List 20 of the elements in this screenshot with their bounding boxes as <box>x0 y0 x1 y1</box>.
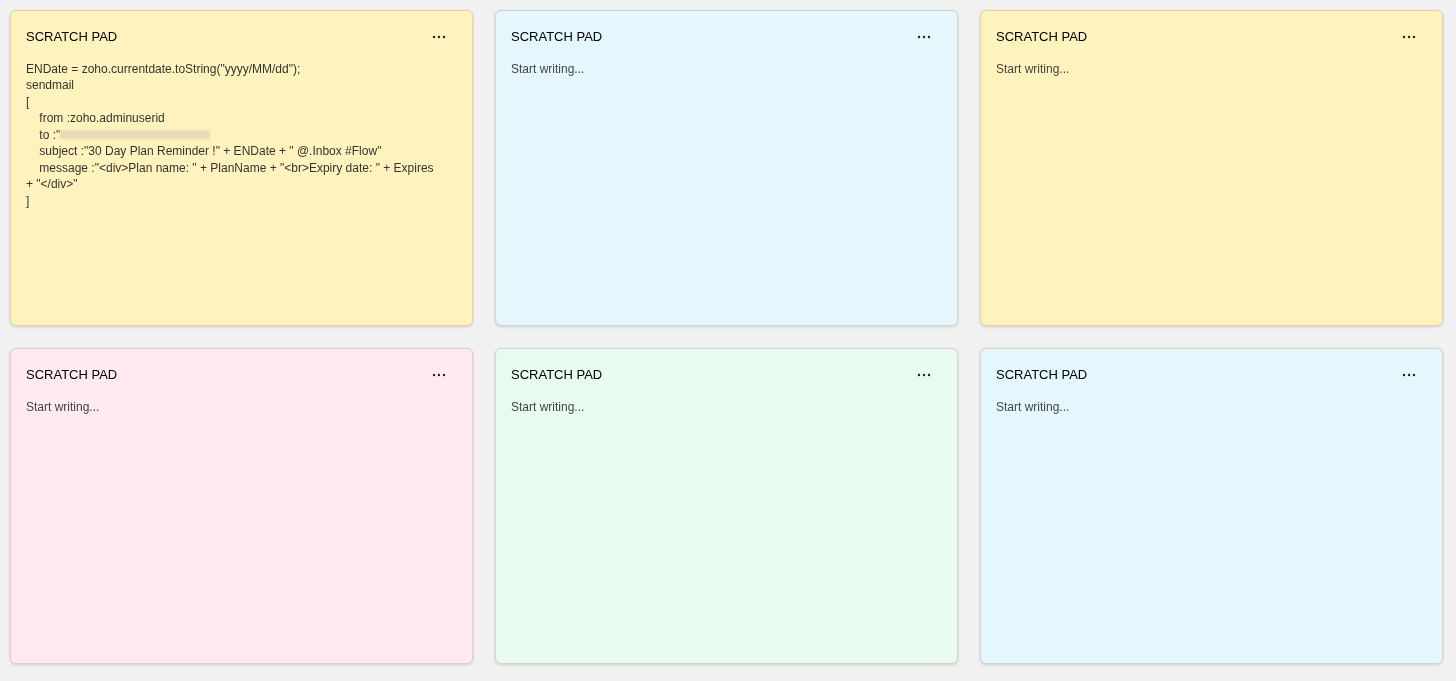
note-placeholder[interactable]: Start writing... <box>996 61 1070 76</box>
code-line: + "</div>" <box>26 176 78 193</box>
note-title: SCRATCH PAD <box>996 366 1088 384</box>
code-line: [ <box>26 93 30 110</box>
code-line: subject :"30 Day Plan Reminder !" + ENDate + " @.Inbox #Flow" <box>38 143 382 160</box>
note-placeholder[interactable]: Start writing... <box>26 399 100 414</box>
code-line: to :" <box>38 126 61 143</box>
note-title: SCRATCH PAD <box>511 28 603 46</box>
note-placeholder[interactable]: Start writing... <box>511 399 585 414</box>
code-line: from :zoho.adminuserid <box>38 110 165 127</box>
note-title: SCRATCH PAD <box>511 366 603 384</box>
note-title: SCRATCH PAD <box>26 28 118 46</box>
note-title: SCRATCH PAD <box>26 366 118 384</box>
code-line: ENDate = zoho.currentdate.toString("yyyy/MM/dd"); <box>26 60 301 77</box>
code-line: message :"<div>Plan name: " + PlanName + "<br>Expiry date: " + Expires <box>38 159 434 176</box>
note-placeholder[interactable]: Start writing... <box>511 61 585 76</box>
code-line: ] <box>26 192 30 209</box>
code-line: sendmail <box>26 77 75 94</box>
note-placeholder[interactable]: Start writing... <box>996 399 1070 414</box>
note-title: SCRATCH PAD <box>996 28 1088 46</box>
